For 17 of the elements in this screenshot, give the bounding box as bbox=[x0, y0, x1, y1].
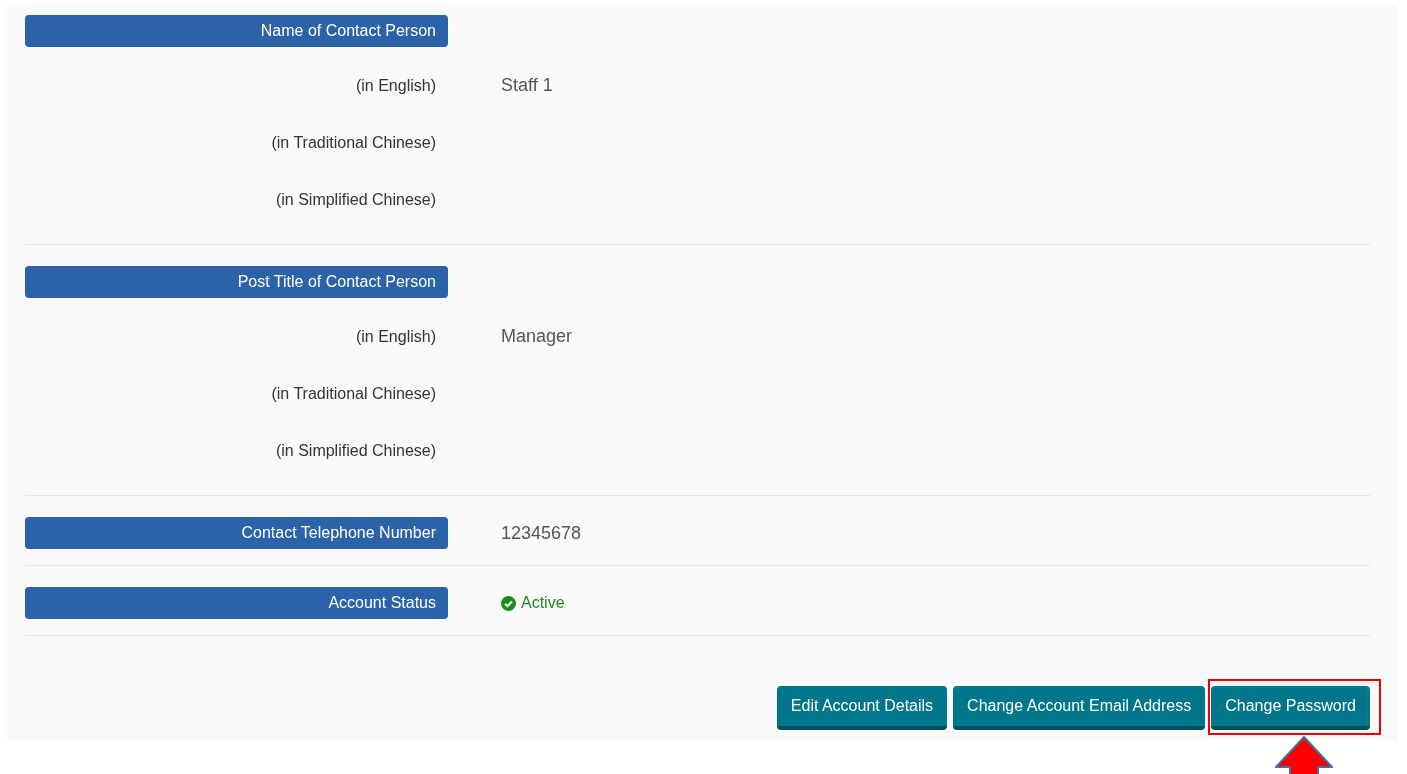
action-button[interactable]: Change Password bbox=[1211, 686, 1370, 730]
action-button[interactable]: Edit Account Details bbox=[776, 686, 948, 730]
language-label: (in Simplified Chinese) bbox=[275, 442, 436, 459]
field-label: Name of Contact Person bbox=[25, 15, 448, 47]
language-label: (in Traditional Chinese) bbox=[271, 134, 436, 151]
field-label: Account Status bbox=[25, 587, 448, 619]
language-label: (in English) bbox=[355, 328, 436, 345]
field-label: Post Title of Contact Person bbox=[25, 266, 448, 298]
action-button[interactable]: Change Account Email Address bbox=[953, 686, 1206, 730]
field-value: 12345678 bbox=[501, 522, 582, 543]
language-label: (in English) bbox=[355, 77, 436, 94]
status-text: Active bbox=[521, 594, 565, 612]
language-label: (in Simplified Chinese) bbox=[275, 191, 436, 208]
field-value: Staff 1 bbox=[501, 75, 553, 95]
language-label: (in Traditional Chinese) bbox=[271, 385, 436, 402]
field-label: Contact Telephone Number bbox=[25, 517, 448, 549]
field-value: Manager bbox=[501, 326, 573, 346]
